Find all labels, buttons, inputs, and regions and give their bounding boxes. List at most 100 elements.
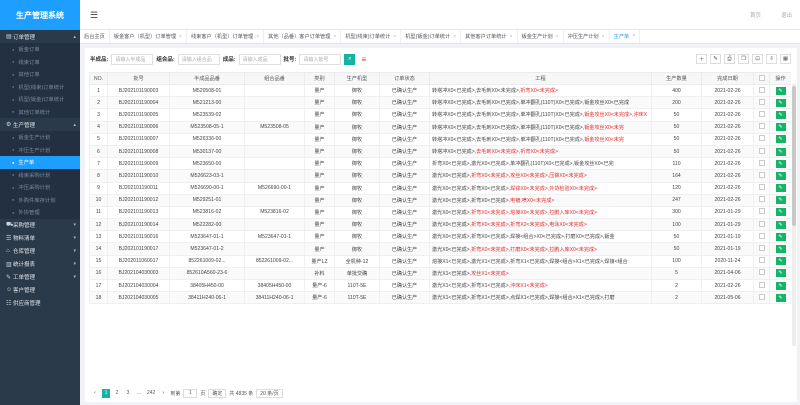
sidebar-group[interactable]: ▥ 统计报表 ▾ [0,258,80,271]
lock-icon[interactable]: ⊡ [752,54,763,64]
edit-button[interactable]: ✎ [775,147,786,156]
filter-icon[interactable]: ▦ [780,54,791,64]
table-row[interactable]: 4 BJ202101190006 M523508-05-1 M523508-05 量产御… [89,120,791,134]
row-checkbox[interactable] [758,269,765,276]
edit-button[interactable]: ✎ [775,257,786,266]
tab[interactable]: 钣金客户（机型）订单管理 × [110,30,187,43]
row-checkbox[interactable] [758,184,765,191]
row-checkbox[interactable] [758,196,765,203]
row-checkbox[interactable] [758,232,765,239]
row-checkbox[interactable] [758,98,765,105]
home-link[interactable]: 首页 [750,11,761,19]
close-icon[interactable]: × [256,34,259,40]
table-row[interactable]: 13 BJ202101190016 M523647-01-1 M523647-01-1… [89,230,791,244]
table-scrollbar[interactable] [792,84,796,346]
close-icon[interactable]: × [179,34,182,40]
row-checkbox[interactable] [758,245,765,252]
goto-confirm-button[interactable]: 确定 [208,388,227,398]
row-checkbox[interactable] [758,293,765,300]
tab[interactable]: 钣金生产计划 × [518,30,564,43]
edit-button[interactable]: ✎ [775,232,786,241]
edit-button[interactable]: ✎ [775,269,786,278]
page-button[interactable]: 2 [113,389,121,398]
add-icon[interactable]: ＋ [696,54,707,64]
edit-button[interactable]: ✎ [775,245,786,254]
table-row[interactable]: 1 BJ202101190003 M520508-01 量产 御牧 已确认生产 转塔冲X0<… [89,83,791,98]
tab[interactable]: 其他（品番）客户订单管理 × [264,30,342,43]
tab[interactable]: 生产单 × [609,30,641,43]
close-icon[interactable]: × [602,34,605,40]
sidebar-item[interactable]: ● 其他订单 [0,68,80,81]
scrollbar-thumb[interactable] [792,86,796,226]
sidebar-item[interactable]: ● 机型(线束)订单统计 [0,80,80,93]
filter-input[interactable]: 请输入组合品 [177,53,220,65]
menu-toggle-icon[interactable]: ☰ [90,10,98,21]
close-icon[interactable]: × [453,34,456,40]
sidebar-item[interactable]: ● 其他订单统计 [0,105,80,118]
reset-menu-icon[interactable]: ≡ [358,54,369,65]
tab[interactable]: 机型(线束)订单统计 × [341,30,402,43]
table-row[interactable]: 8 BJ202101190010 M526623-03-1 量产 御牧 已确认生产 激光X0… [89,169,791,183]
sidebar-item[interactable]: ● 外协管理 [0,206,80,219]
tab[interactable]: 冲压生产计划 × [564,30,610,43]
sidebar-item[interactable]: ● 钣金订单 [0,43,80,56]
tab[interactable]: 后台主页 [80,30,110,43]
filter-input[interactable]: 请输入批号 [299,53,342,65]
print-icon[interactable]: ⎙ [724,54,735,64]
row-checkbox[interactable] [758,159,765,166]
edit-button[interactable]: ✎ [775,98,786,107]
sidebar-group[interactable]: ☰ 物料清单 ▾ [0,232,80,245]
close-icon[interactable]: × [632,33,635,39]
table-row[interactable]: 6 BJ202101190008 M530137-00 量产 御牧 已确认生产 转塔冲X0<… [89,144,791,159]
edit-button[interactable]: ✎ [775,281,786,290]
table-row[interactable]: 9 BJ202101190011 M526690-00-1 M526690-00-1 量… [89,181,791,195]
sidebar-group[interactable]: ⚙ 生产管理 ▴ [0,118,80,131]
page-button[interactable]: 242 [146,389,156,398]
edit-button[interactable]: ✎ [775,159,786,168]
edit-button[interactable]: ✎ [775,110,786,119]
sidebar-group[interactable]: ⌂ 仓库管理 ▾ [0,245,80,258]
close-icon[interactable]: × [393,34,396,40]
logout-link[interactable]: 退出 [781,11,792,19]
edit-button[interactable]: ✎ [775,196,786,205]
filter-input[interactable]: 请输入半成品 [111,53,154,65]
edit-button[interactable]: ✎ [775,86,786,95]
table-row[interactable]: 18 BJ202104030005 38411H240-06-1 38411H240-… [89,291,791,305]
table-row[interactable]: 15 BJ202011060017 852261009-02... 852261009… [89,254,791,268]
table-row[interactable]: 2 BJ202101190004 M521213-00 量产 御牧 已确认生产 转塔冲X0<… [89,96,791,110]
table-row[interactable]: 16 BJ202104030003 852610A560-23-6 补料 单批交确 已确认… [89,266,791,281]
table-row[interactable]: 7 BJ202101190009 M523650-00 量产 御牧 已确认生产 折弯X0<已… [89,157,791,171]
edit-button[interactable]: ✎ [775,220,786,229]
export-icon[interactable]: ⇩ [766,54,777,64]
row-checkbox[interactable] [758,123,765,130]
table-row[interactable]: 10 BJ202101190012 M529251-01 量产 御牧 已确认生产 激光X0<… [89,193,791,207]
row-checkbox[interactable] [758,110,765,117]
close-icon[interactable]: × [333,34,336,40]
table-row[interactable]: 5 BJ202101190007 M526336-00 量产 御牧 已确认生产 转塔冲X0<… [89,132,791,146]
sidebar-item[interactable]: ● 生产单 [0,156,80,169]
tab[interactable]: 线束客户（机型）订单管理 × [187,30,265,43]
row-checkbox[interactable] [758,281,765,288]
sidebar-group[interactable]: ☺ 客户管理 [0,284,80,297]
row-checkbox[interactable] [758,171,765,178]
edit-button[interactable]: ✎ [775,135,786,144]
table-row[interactable]: 3 BJ202101190005 M523539-02 量产 御牧 已确认生产 转塔冲X0<… [89,108,791,122]
tab[interactable]: 机型(钣金)订单统计 × [401,30,462,43]
sidebar-item[interactable]: ● 钣金生产计划 [0,131,80,144]
row-checkbox[interactable] [758,86,765,93]
row-checkbox[interactable] [758,135,765,142]
table-row[interactable]: 14 BJ202101190017 M523647-01-2 量产 御牧 已确认生产 激光X… [89,242,791,256]
edit-icon[interactable]: ✎ [710,54,721,64]
edit-button[interactable]: ✎ [775,184,786,193]
row-checkbox[interactable] [758,257,765,264]
search-button[interactable]: ⌕ [344,53,356,65]
copy-icon[interactable]: ❐ [738,54,749,64]
row-checkbox[interactable] [758,220,765,227]
sidebar-item[interactable]: ● 机型(钣金)订单统计 [0,93,80,106]
sidebar-group[interactable]: ⛟ 采购管理 ▾ [0,219,80,232]
edit-button[interactable]: ✎ [775,123,786,132]
edit-button[interactable]: ✎ [775,293,786,302]
sidebar-item[interactable]: ● 冲压生产计划 [0,143,80,156]
page-size-select[interactable]: 20 条/页 [256,388,283,398]
table-row[interactable]: 11 BJ202101190013 M523816-02 M523816-02 量产 御牧… [89,205,791,220]
